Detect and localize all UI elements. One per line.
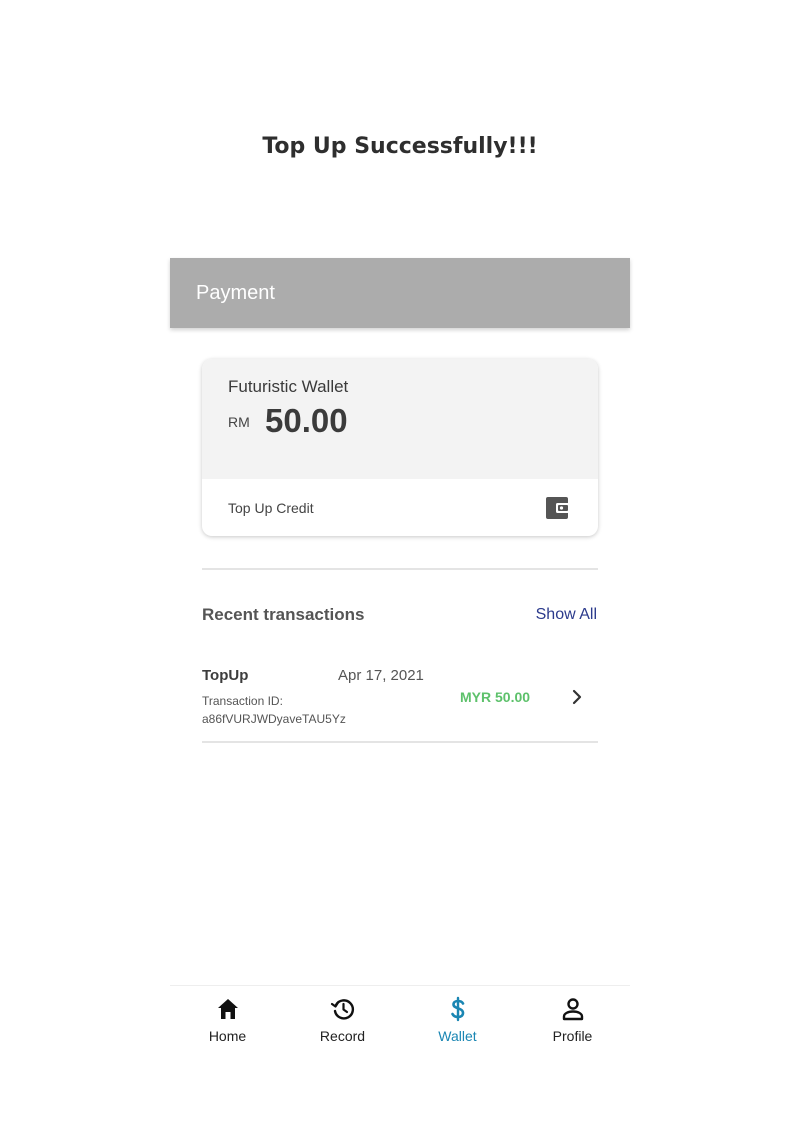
transaction-divider [202, 741, 598, 743]
wallet-balance-panel: Futuristic Wallet RM 50.00 [202, 359, 598, 479]
nav-item-record[interactable]: Record [285, 996, 400, 1051]
bottom-nav: Home Record Wallet Profile [170, 985, 630, 1059]
home-icon [217, 999, 238, 1019]
top-up-credit-label: Top Up Credit [228, 500, 314, 516]
nav-label-wallet: Wallet [438, 1028, 477, 1044]
transaction-row[interactable]: TopUp Apr 17, 2021 Transaction ID: a86fV… [202, 658, 598, 738]
app-bar: Payment [170, 258, 630, 328]
transaction-amount: MYR 50.00 [460, 689, 531, 705]
history-icon [330, 999, 354, 1020]
section-divider [202, 568, 598, 570]
nav-label-record: Record [319, 1028, 366, 1044]
dollar-icon [450, 996, 464, 1022]
app-bar-title: Payment [196, 282, 275, 304]
nav-item-profile[interactable]: Profile [515, 996, 630, 1051]
transaction-id-label: Transaction ID: [202, 694, 283, 708]
app-screen: Payment Futuristic Wallet RM 50.00 Top U… [170, 258, 630, 1058]
recent-transactions-title: Recent transactions [202, 605, 365, 624]
chevron-right-icon[interactable] [570, 688, 584, 706]
wallet-balance: 50.00 [265, 402, 348, 439]
success-message: Top Up Successfully!!! [262, 134, 538, 159]
wallet-icon [546, 497, 570, 519]
wallet-name: Futuristic Wallet [228, 377, 349, 396]
wallet-currency: RM [228, 414, 250, 430]
nav-label-home: Home [208, 1028, 247, 1044]
wallet-card: Futuristic Wallet RM 50.00 Top Up Credit [202, 359, 598, 536]
nav-label-profile: Profile [552, 1028, 593, 1044]
transaction-id: a86fVURJWDyaveTAU5Yz [202, 712, 346, 726]
transaction-type: TopUp [202, 667, 249, 684]
top-up-credit-button[interactable]: Top Up Credit [202, 479, 598, 536]
nav-item-wallet[interactable]: Wallet [400, 996, 515, 1051]
show-all-link[interactable]: Show All [536, 606, 597, 624]
transaction-date: Apr 17, 2021 [338, 667, 424, 684]
nav-item-home[interactable]: Home [170, 996, 285, 1051]
person-icon [562, 998, 583, 1021]
